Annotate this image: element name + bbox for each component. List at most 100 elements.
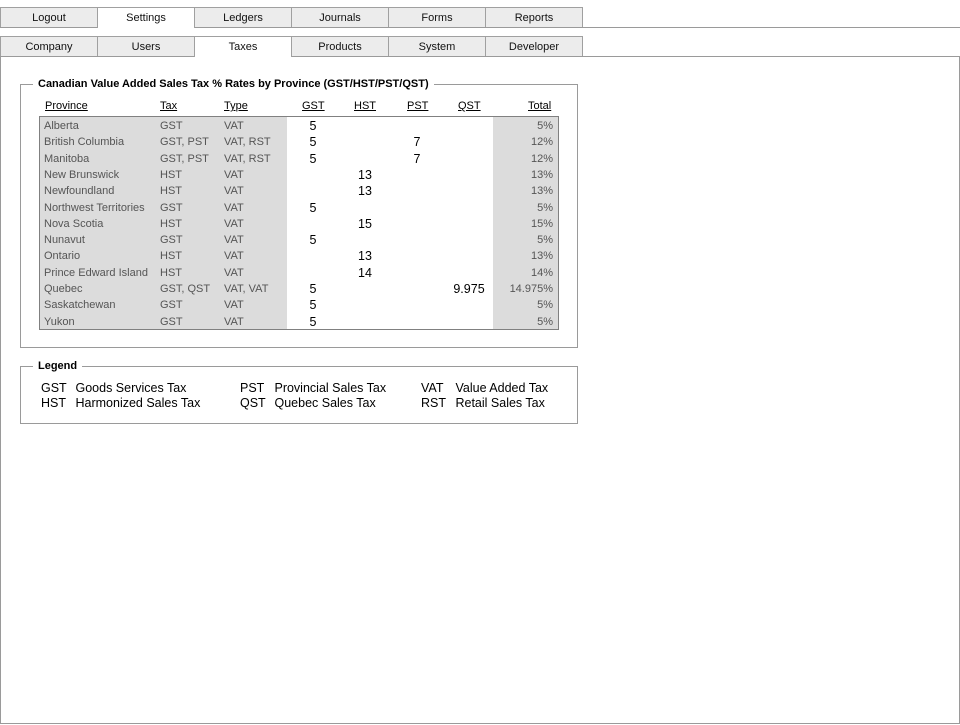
table-row: New Brunswick HST VAT 13 13%: [40, 167, 558, 183]
cell-total: 13%: [530, 250, 553, 263]
cell-tax: GST, PST: [160, 136, 209, 149]
legend-text: Retail Sales Tax: [455, 396, 545, 410]
cell-hst[interactable]: 13: [345, 183, 385, 199]
legend-text: Provincial Sales Tax: [274, 381, 387, 395]
cell-total: 5%: [537, 234, 553, 247]
cell-hst[interactable]: 14: [345, 265, 385, 281]
cell-type: VAT: [224, 299, 244, 312]
cell-type: VAT, RST: [224, 152, 271, 165]
legend-abbr: QST: [240, 396, 266, 410]
sub-tab-bar: Company Users Taxes Products System Deve…: [0, 36, 960, 57]
header-qst[interactable]: QST: [458, 100, 481, 112]
cell-gst[interactable]: 5: [293, 232, 333, 248]
cell-province: Alberta: [44, 120, 79, 132]
table-row: Prince Edward Island HST VAT 14 14%: [40, 265, 558, 281]
tab-company[interactable]: Company: [0, 36, 98, 56]
tab-reports[interactable]: Reports: [485, 7, 583, 27]
cell-type: VAT: [224, 201, 244, 214]
cell-province: Yukon: [44, 315, 75, 328]
cell-province: Manitoba: [44, 152, 90, 165]
header-province[interactable]: Province: [45, 100, 88, 112]
cell-hst[interactable]: 13: [345, 167, 385, 183]
cell-gst[interactable]: 5: [293, 281, 333, 297]
cell-tax: HST: [160, 168, 182, 181]
tab-taxes[interactable]: Taxes: [194, 36, 292, 57]
table-row: Manitoba GST, PST VAT, RST 5 7 12%: [40, 151, 558, 167]
cell-total: 14%: [530, 266, 553, 279]
table-row: Newfoundland HST VAT 13 13%: [40, 183, 558, 199]
tax-rates-table: Alberta GST VAT 5 5% British Columbia GST, PST…: [39, 116, 559, 330]
cell-tax: GST: [160, 234, 183, 247]
tab-ledgers[interactable]: Ledgers: [194, 7, 292, 27]
tab-products[interactable]: Products: [291, 36, 389, 56]
cell-province: Nova Scotia: [44, 217, 104, 230]
header-pst[interactable]: PST: [407, 100, 428, 112]
cell-type: VAT: [224, 250, 244, 263]
header-tax[interactable]: Tax: [160, 100, 177, 112]
cell-pst[interactable]: 7: [397, 134, 437, 150]
cell-province: Nunavut: [44, 234, 85, 247]
cell-type: VAT: [224, 217, 244, 230]
legend-text: Goods Services Tax: [75, 381, 187, 395]
table-row: Saskatchewan GST VAT 5 5%: [40, 297, 558, 313]
table-row: Ontario HST VAT 13 13%: [40, 248, 558, 264]
table-row: Nova Scotia HST VAT 15 15%: [40, 216, 558, 232]
cell-tax: GST: [160, 299, 183, 312]
table-row: Alberta GST VAT 5 5%: [40, 118, 558, 134]
legend-abbr: RST: [421, 396, 446, 410]
cell-tax: GST, PST: [160, 152, 209, 165]
table-row: British Columbia GST, PST VAT, RST 5 7 12%: [40, 134, 558, 150]
header-hst[interactable]: HST: [354, 100, 376, 112]
cell-gst[interactable]: 5: [293, 297, 333, 313]
cell-tax: GST: [160, 201, 183, 214]
legend-abbr: HST: [41, 396, 66, 410]
cell-type: VAT: [224, 315, 244, 328]
cell-qst[interactable]: 9.975: [449, 281, 489, 297]
tab-system[interactable]: System: [388, 36, 486, 56]
cell-gst[interactable]: 5: [293, 118, 333, 134]
tab-settings[interactable]: Settings: [97, 7, 195, 28]
cell-pst[interactable]: 7: [397, 151, 437, 167]
cell-total: 14.975%: [509, 283, 553, 295]
cell-tax: GST: [160, 315, 183, 328]
cell-total: 5%: [537, 120, 553, 132]
cell-type: VAT: [224, 168, 244, 181]
legend-text: Quebec Sales Tax: [274, 396, 376, 410]
legend-item-gst: GST Goods Services Tax: [41, 381, 186, 395]
tab-logout[interactable]: Logout: [0, 7, 98, 27]
cell-total: 5%: [537, 299, 553, 312]
cell-gst[interactable]: 5: [293, 314, 333, 330]
cell-total: 12%: [530, 136, 553, 149]
cell-type: VAT, RST: [224, 136, 271, 149]
tab-forms[interactable]: Forms: [388, 7, 486, 27]
header-total[interactable]: Total: [528, 100, 551, 112]
cell-total: 13%: [530, 185, 553, 198]
cell-tax: GST, QST: [160, 283, 211, 295]
table-row: Yukon GST VAT 5 5%: [40, 314, 558, 330]
cell-tax: GST: [160, 120, 183, 132]
cell-total: 5%: [537, 315, 553, 328]
tab-developer[interactable]: Developer: [485, 36, 583, 56]
cell-hst[interactable]: 15: [345, 216, 385, 232]
tab-users[interactable]: Users: [97, 36, 195, 56]
cell-type: VAT: [224, 185, 244, 198]
cell-gst[interactable]: 5: [293, 134, 333, 150]
cell-type: VAT: [224, 234, 244, 247]
table-row: Northwest Territories GST VAT 5 5%: [40, 200, 558, 216]
cell-gst[interactable]: 5: [293, 200, 333, 216]
legend-title: Legend: [38, 360, 78, 372]
cell-total: 15%: [530, 217, 553, 230]
cell-hst[interactable]: 13: [345, 248, 385, 264]
cell-total: 12%: [530, 152, 553, 165]
header-gst[interactable]: GST: [302, 100, 325, 112]
cell-type: VAT: [224, 120, 244, 132]
cell-province: Ontario: [44, 250, 81, 263]
legend-abbr: PST: [240, 381, 265, 395]
cell-province: Newfoundland: [44, 185, 115, 198]
cell-tax: HST: [160, 266, 182, 279]
cell-province: New Brunswick: [44, 168, 120, 181]
cell-gst[interactable]: 5: [293, 151, 333, 167]
tab-journals[interactable]: Journals: [291, 7, 389, 27]
header-type[interactable]: Type: [224, 100, 248, 112]
cell-total: 5%: [537, 201, 553, 214]
